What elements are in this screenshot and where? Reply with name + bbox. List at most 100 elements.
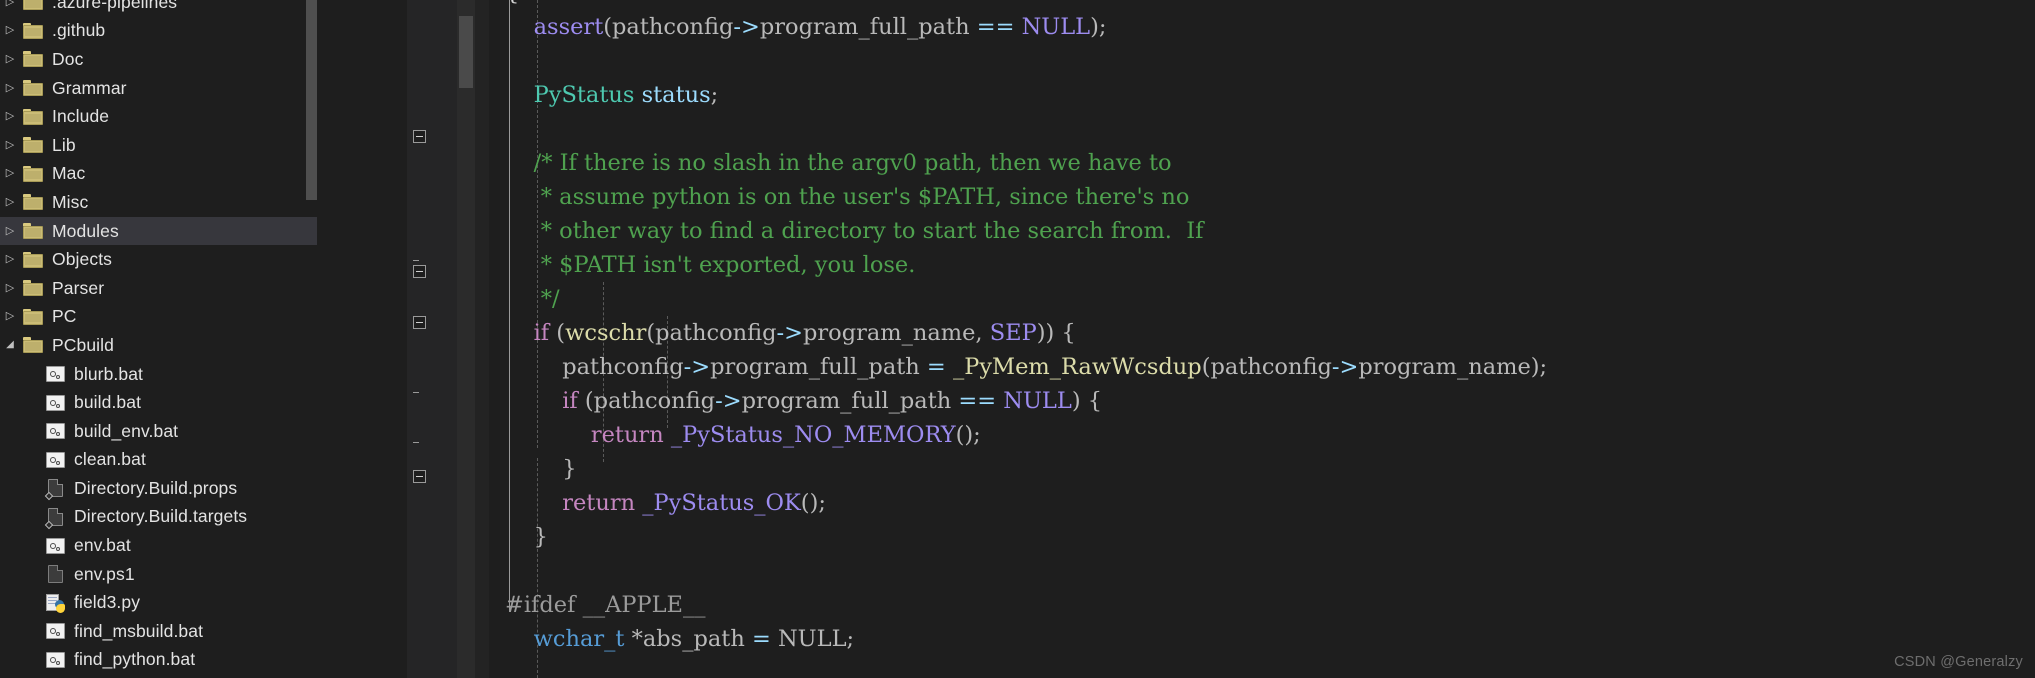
tree-item-label: .azure-pipelines [52,0,178,12]
source-code[interactable]: { assert(pathconfig->program_full_path =… [505,0,1547,656]
minimap-viewport-thumb[interactable] [459,16,473,88]
tree-item-label: Parser [52,277,105,298]
fold-tick-c [413,442,419,443]
folder-icon [20,78,46,98]
tree-item-label: env.bat [74,535,131,556]
code-line-15: } [562,456,577,482]
code-line-12: pathconfig->program_full_path = _PyMem_R… [562,354,1548,380]
tree-item-label: Doc [52,48,84,69]
code-editor-window: ▷ .azure-pipelines ▷ .github ▷ Doc ▷ Grammar ▷ In… [0,0,2035,678]
editor-gutter [407,0,457,678]
code-line-10: */ [540,286,560,312]
folder-icon [20,107,46,127]
folder-icon [20,335,46,355]
code-line-20: wchar_t *abs_path = NULL; [533,626,855,652]
folder-icon [20,192,46,212]
tree-item-label: Modules [52,220,119,241]
chevron-right-icon[interactable]: ▷ [0,254,20,265]
code-line-19: #ifdef __APPLE__ [505,592,706,618]
tree-item-label: Directory.Build.props [74,477,238,498]
chevron-right-icon[interactable]: ▷ [0,82,20,94]
chevron-right-icon[interactable]: ▷ [0,0,20,8]
fold-tick-b [413,392,419,393]
xml-file-icon [42,478,68,501]
editor-fold-strip [475,0,489,678]
code-line-11: if (wcschr(pathconfig->program_name, SEP… [533,320,1076,346]
code-line-9: * $PATH isn't exported, you lose. [540,252,916,278]
chevron-right-icon[interactable]: ▷ [0,311,20,322]
bat-file-icon [42,450,68,470]
folder-icon [20,307,46,327]
code-line-2: assert(pathconfig->program_full_path == … [533,14,1107,40]
tree-item-label: build_env.bat [74,420,179,441]
folder-icon [20,221,46,241]
code-editor-pane[interactable]: { assert(pathconfig->program_full_path =… [407,0,2035,678]
folder-icon [20,21,46,41]
folder-icon [20,250,46,270]
file-explorer-sidebar: ▷ .azure-pipelines ▷ .github ▷ Doc ▷ Grammar ▷ In… [0,0,407,678]
fold-tick-a [413,260,419,261]
folder-icon [20,278,46,298]
bat-file-icon [42,393,68,413]
editor-minimap[interactable] [457,0,475,678]
bat-file-icon [42,621,68,641]
tree-item-label: .github [52,20,106,41]
chevron-right-icon[interactable]: ▷ [0,111,20,122]
fold-toggle-comment-block[interactable] [413,130,426,143]
tree-item-label: Lib [52,134,76,155]
bat-file-icon [42,421,68,441]
code-line-6: /* If there is no slash in the argv0 pat… [533,150,1172,176]
chevron-right-icon[interactable]: ▷ [0,196,20,208]
tree-item-label: clean.bat [74,449,146,470]
tree-item-label: Directory.Build.targets [74,506,248,527]
tree-item-label: PC [52,306,77,327]
generic-file-icon [42,564,68,584]
folder-icon [20,135,46,155]
bat-file-icon [42,650,68,670]
sidebar-right-edge [317,0,407,678]
fold-toggle-ifdef-apple[interactable] [413,470,426,483]
code-line-14: return _PyStatus_NO_MEMORY(); [590,422,981,448]
code-line-16: return _PyStatus_OK(); [562,490,826,516]
tree-item-label: build.bat [74,392,142,413]
tree-item-label: Mac [52,163,86,184]
tree-item-label: PCbuild [52,334,114,355]
tree-item-label: Include [52,106,110,127]
sidebar-scrollbar-thumb[interactable] [306,0,317,200]
chevron-right-icon[interactable]: ▷ [0,225,20,237]
code-line-7: * assume python is on the user's $PATH, … [540,184,1190,210]
chevron-right-icon[interactable]: ▷ [0,282,20,294]
tree-item-label: Grammar [52,77,127,98]
code-line-8: * other way to find a directory to start… [540,218,1204,244]
tree-item-label: Objects [52,249,113,270]
xml-file-icon [42,507,68,530]
tree-item-label: blurb.bat [74,363,144,384]
code-line-17: } [533,524,548,550]
chevron-right-icon[interactable]: ▷ [0,53,20,65]
bat-file-icon [42,364,68,384]
python-file-icon [42,593,68,613]
folder-icon [20,49,46,69]
fold-toggle-if-null[interactable] [413,316,426,329]
folder-icon [20,164,46,184]
tree-item-label: field3.py [74,592,141,613]
chevron-down-icon[interactable]: ◢ [0,340,20,350]
tree-item-label: find_msbuild.bat [74,620,204,641]
watermark: CSDN @Generalzy [1894,654,2023,670]
code-surface[interactable]: { assert(pathconfig->program_full_path =… [413,0,2035,678]
code-line-4: PyStatus status; [533,82,719,108]
chevron-right-icon[interactable]: ▷ [0,25,20,36]
fold-toggle-if-wcschr[interactable] [413,265,426,278]
tree-item-label: find_python.bat [74,649,196,670]
tree-item-label: env.ps1 [74,563,135,584]
folder-icon [20,0,46,12]
code-line-1: { [505,0,1547,10]
chevron-right-icon[interactable]: ▷ [0,139,20,151]
tree-item-label: Misc [52,191,89,212]
chevron-right-icon[interactable]: ▷ [0,168,20,179]
code-line-13: if (pathconfig->program_full_path == NUL… [562,388,1103,414]
bat-file-icon [42,536,68,556]
